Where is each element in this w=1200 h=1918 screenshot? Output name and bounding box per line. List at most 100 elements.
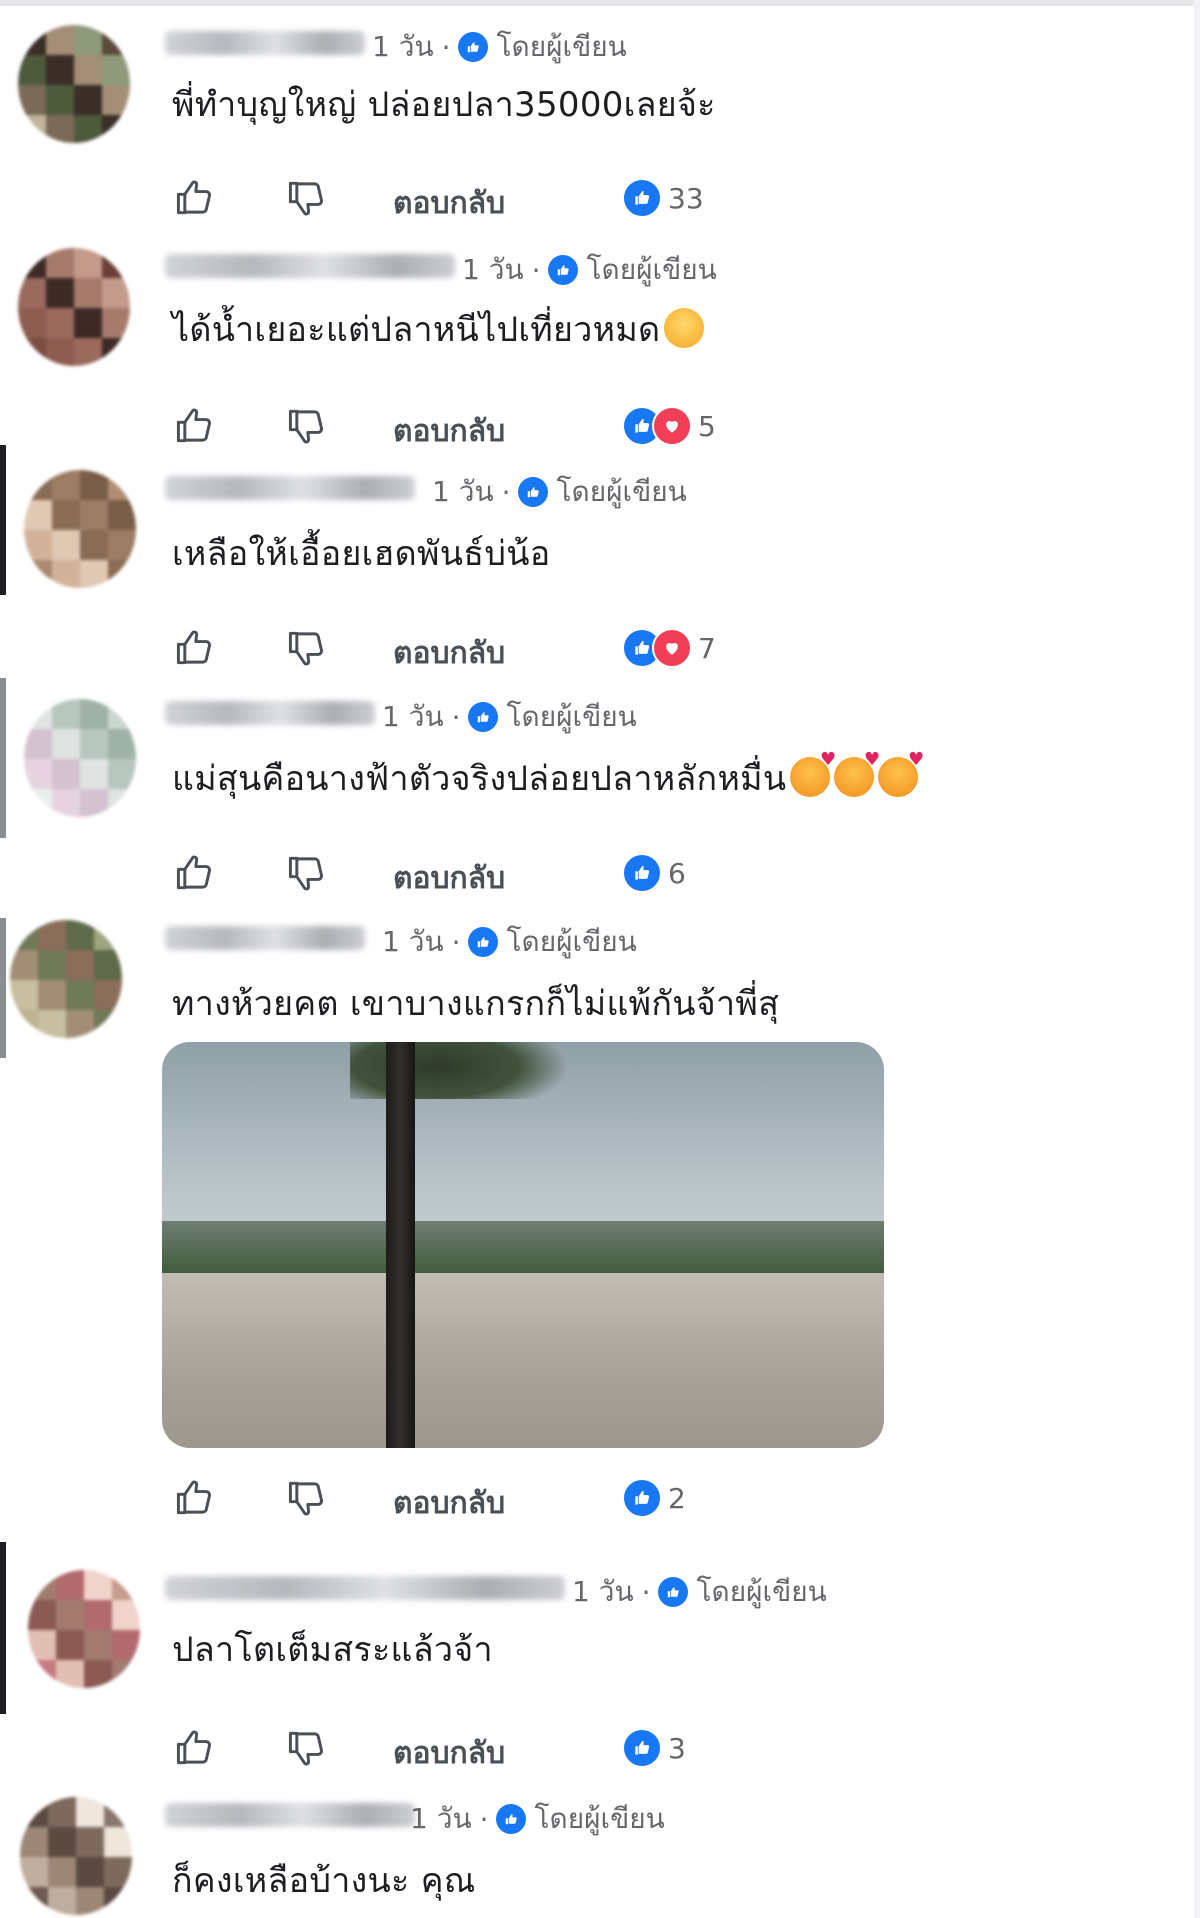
avatar-pixel	[56, 1630, 84, 1660]
author-name-redacted[interactable]	[165, 254, 455, 278]
time-label[interactable]: 1 วัน	[382, 695, 444, 739]
avatar-pixel	[20, 1887, 48, 1915]
avatar-pixel	[56, 1600, 84, 1630]
thumbs-down-icon[interactable]	[284, 626, 328, 670]
avatar-pixel	[48, 1827, 76, 1857]
avatar-pixel	[48, 1857, 76, 1887]
avatar-pixel	[102, 248, 130, 278]
reply-button[interactable]: ตอบกลับ	[393, 408, 505, 455]
reply-button[interactable]: ตอบกลับ	[393, 1730, 505, 1777]
avatar-pixel	[112, 1630, 140, 1660]
reaction-summary[interactable]: 33	[622, 178, 704, 218]
thumbs-up-icon[interactable]	[172, 1476, 216, 1520]
avatar-pixel	[28, 1600, 56, 1630]
separator: ·	[441, 30, 451, 64]
avatar-pixel	[108, 560, 136, 588]
avatar-pixel	[52, 759, 80, 789]
avatar-pixel	[102, 55, 130, 85]
reaction-summary[interactable]: 3	[622, 1728, 686, 1768]
comment-text: ปลาโตเต็มสระแล้วจ้า	[172, 1622, 493, 1676]
avatar-pixel	[66, 1010, 94, 1038]
comment-body: ปลาโตเต็มสระแล้วจ้า	[172, 1630, 493, 1670]
attached-photo[interactable]	[162, 1042, 884, 1448]
author-name-redacted[interactable]	[165, 476, 415, 500]
avatar-pixel	[80, 560, 108, 588]
avatar-pixel	[52, 789, 80, 817]
author-name-redacted[interactable]	[165, 926, 365, 950]
avatar[interactable]	[20, 1797, 132, 1915]
thumbs-up-icon[interactable]	[172, 851, 216, 895]
time-label[interactable]: 1 วัน	[382, 920, 444, 964]
avatar-pixel	[18, 308, 46, 338]
avatar-pixel	[46, 338, 74, 366]
reply-button[interactable]: ตอบกลับ	[393, 630, 505, 677]
author-badge-label: โดยผู้เขียน	[506, 925, 637, 958]
avatar-pixel	[108, 699, 136, 729]
time-label[interactable]: 1 วัน	[372, 25, 434, 69]
author-name-redacted[interactable]	[165, 31, 365, 55]
separator: ·	[479, 1802, 489, 1836]
avatar-pixel	[76, 1797, 104, 1827]
author-badge-icon	[518, 477, 549, 507]
author-name-redacted[interactable]	[165, 1576, 565, 1600]
avatar[interactable]	[28, 1570, 140, 1688]
avatar-pixel	[76, 1887, 104, 1915]
right-edge	[1194, 0, 1200, 1918]
avatar-pixel	[108, 729, 136, 759]
reaction-summary[interactable]: 5	[622, 406, 716, 446]
reaction-count: 2	[668, 1481, 686, 1515]
comment-body: เหลือให้เอื้อยเฮดพันธ์บ่น้อ	[172, 534, 551, 574]
avatar-pixel	[74, 308, 102, 338]
reaction-summary[interactable]: 2	[622, 1478, 686, 1518]
reply-button[interactable]: ตอบกลับ	[393, 180, 505, 227]
time-label[interactable]: 1 วัน	[432, 470, 494, 514]
avatar-pixel	[102, 115, 130, 143]
avatar-pixel	[24, 470, 52, 500]
avatar-pixel	[46, 248, 74, 278]
time-label[interactable]: 1 วัน	[410, 1797, 472, 1841]
thumbs-up-icon[interactable]	[172, 176, 216, 220]
time-label[interactable]: 1 วัน	[462, 248, 524, 292]
time-label[interactable]: 1 วัน	[572, 1570, 634, 1614]
avatar[interactable]	[10, 920, 122, 1038]
thumbs-down-icon[interactable]	[284, 851, 328, 895]
reply-button[interactable]: ตอบกลับ	[393, 1480, 505, 1527]
separator: ·	[531, 253, 541, 287]
avatar-pixel	[10, 920, 38, 950]
comment-meta: 1 วัน · โดยผู้เขียน	[372, 25, 627, 69]
avatar-pixel	[28, 1630, 56, 1660]
thumbs-up-icon[interactable]	[172, 1726, 216, 1770]
thumbs-down-icon[interactable]	[284, 176, 328, 220]
avatar-pixel	[28, 1570, 56, 1600]
avatar-pixel	[108, 759, 136, 789]
author-badge-icon	[468, 927, 499, 957]
author-name-redacted[interactable]	[165, 1803, 415, 1827]
love-emoji-icon	[878, 749, 924, 797]
avatar-pixel	[80, 470, 108, 500]
avatar-pixel	[66, 920, 94, 950]
love-reaction-icon	[652, 406, 692, 446]
avatar[interactable]	[18, 25, 130, 143]
avatar[interactable]	[18, 248, 130, 366]
separator: ·	[501, 475, 511, 509]
avatar[interactable]	[24, 699, 136, 817]
thumbs-down-icon[interactable]	[284, 404, 328, 448]
author-name-redacted[interactable]	[165, 701, 375, 725]
thumbs-down-icon[interactable]	[284, 1476, 328, 1520]
avatar[interactable]	[24, 470, 136, 588]
reply-button[interactable]: ตอบกลับ	[393, 855, 505, 902]
comment-meta: 1 วัน · โดยผู้เขียน	[410, 1797, 665, 1841]
avatar-pixel	[56, 1570, 84, 1600]
author-badge-icon	[548, 255, 579, 285]
love-emoji-icon	[834, 749, 880, 797]
thumbs-down-icon[interactable]	[284, 1726, 328, 1770]
author-badge-label: โดยผู้เขียน	[556, 475, 687, 508]
avatar-pixel	[112, 1600, 140, 1630]
thumbs-up-icon[interactable]	[172, 626, 216, 670]
avatar-pixel	[80, 759, 108, 789]
thumbs-up-icon[interactable]	[172, 404, 216, 448]
reaction-summary[interactable]: 7	[622, 628, 716, 668]
avatar-pixel	[104, 1887, 132, 1915]
avatar-pixel	[74, 248, 102, 278]
reaction-summary[interactable]: 6	[622, 853, 686, 893]
